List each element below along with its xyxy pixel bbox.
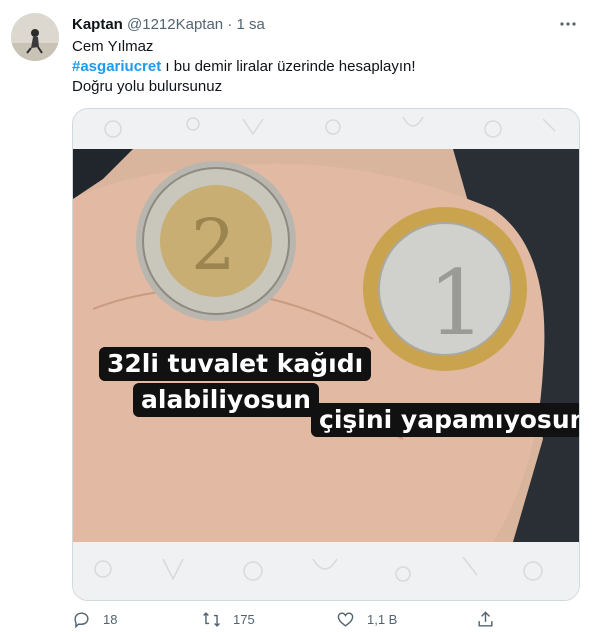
more-dots-icon	[560, 22, 576, 26]
author-handle[interactable]: @1212Kaptan	[127, 16, 223, 33]
share-icon	[478, 611, 493, 627]
more-options-button[interactable]	[558, 14, 578, 34]
avatar-image	[11, 13, 59, 61]
reply-button[interactable]: 18	[72, 610, 117, 629]
caption-line-3: çişini yapamıyosun	[311, 403, 579, 437]
hashtag-link[interactable]: #asgariucret	[72, 58, 161, 75]
tweet-actions: 18 175 1,1 B	[72, 610, 592, 632]
caption-line-2: alabiliyosun	[133, 383, 319, 417]
share-button[interactable]	[476, 610, 507, 629]
retweet-count: 175	[233, 612, 255, 627]
tweet-text-line-2: #asgariucret ı bu demir liralar üzerinde…	[72, 57, 582, 77]
reply-icon	[74, 612, 89, 629]
separator: ·	[227, 16, 233, 33]
like-count: 1,1 B	[367, 612, 398, 627]
avatar[interactable]	[11, 13, 59, 61]
retweet-button[interactable]: 175	[202, 610, 255, 629]
tweet-text: Cem Yılmaz #asgariucret ı bu demir liral…	[72, 37, 582, 97]
reply-count: 18	[103, 612, 118, 627]
caption-line-1: 32li tuvalet kağıdı	[99, 347, 372, 381]
tweet-text-line-1: Cem Yılmaz	[72, 38, 154, 55]
tweet-media[interactable]: 2 1 32li tuvalet kağıdı alabiliyosun çiş…	[72, 108, 580, 601]
like-button[interactable]: 1,1 B	[336, 610, 397, 629]
svg-text:2: 2	[191, 204, 236, 286]
svg-text:1: 1	[428, 251, 485, 356]
heart-icon	[337, 612, 354, 627]
retweet-icon	[203, 612, 220, 627]
author-name[interactable]: Kaptan	[72, 16, 123, 33]
tweet-text-line-3: Doğru yolu bulursunuz	[72, 78, 223, 95]
tweet-header: Kaptan @1212Kaptan · 1 sa	[72, 15, 265, 34]
tweet-text-line-2-rest: ı bu demir liralar üzerinde hesaplayın!	[161, 58, 416, 75]
timestamp[interactable]: 1 sa	[237, 16, 265, 33]
